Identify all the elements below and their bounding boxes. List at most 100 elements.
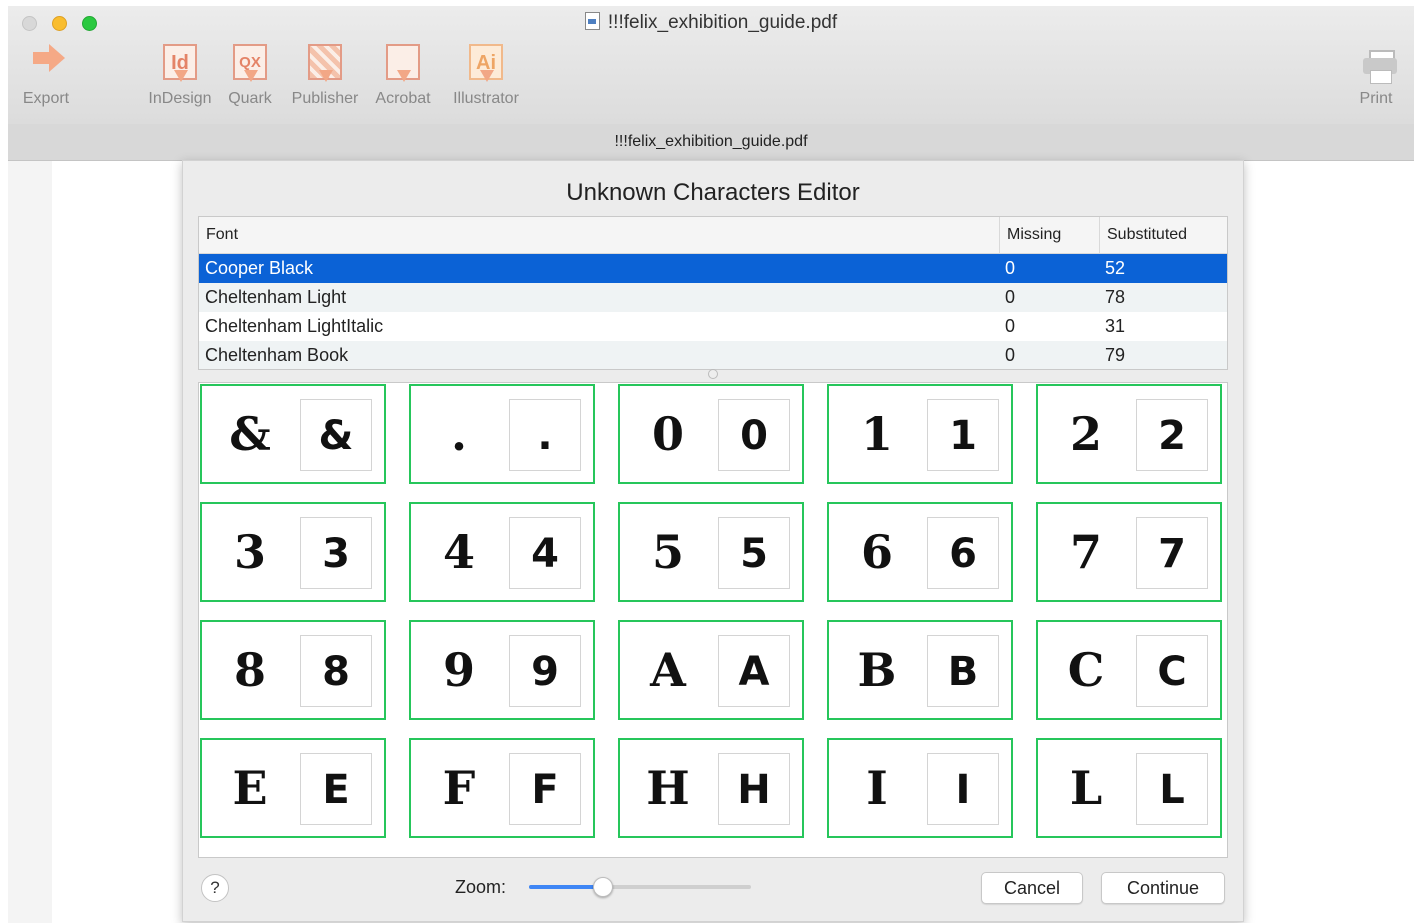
document-tab-bar: !!!felix_exhibition_guide.pdf bbox=[8, 124, 1414, 161]
quark-button[interactable]: QX Quark bbox=[222, 42, 278, 108]
column-header-missing[interactable]: Missing bbox=[999, 217, 1099, 253]
substituted-glyph[interactable]: C bbox=[1136, 635, 1208, 707]
zoom-slider[interactable] bbox=[529, 877, 751, 897]
substituted-count-cell: 31 bbox=[1105, 316, 1126, 336]
original-glyph: 8 bbox=[233, 643, 266, 697]
original-glyph: B bbox=[857, 643, 897, 697]
dialog-title: Unknown Characters Editor bbox=[566, 179, 860, 206]
substituted-glyph[interactable]: 5 bbox=[718, 517, 790, 589]
glyph-cell[interactable]: LL bbox=[1036, 738, 1222, 838]
glyph-cell[interactable]: 33 bbox=[200, 502, 386, 602]
original-glyph: 6 bbox=[860, 525, 893, 579]
glyph-cell[interactable]: 44 bbox=[409, 502, 595, 602]
split-view-divider-handle[interactable] bbox=[708, 369, 718, 379]
original-glyph: I bbox=[866, 761, 888, 815]
substituted-glyph[interactable]: . bbox=[509, 399, 581, 471]
substituted-glyph[interactable]: B bbox=[927, 635, 999, 707]
original-glyph: A bbox=[650, 643, 686, 697]
illustrator-button[interactable]: Ai Illustrator bbox=[446, 42, 526, 108]
table-row[interactable]: Cooper Black 0 52 bbox=[199, 254, 1227, 283]
column-header-font[interactable]: Font bbox=[199, 217, 999, 253]
substituted-glyph[interactable]: 6 bbox=[927, 517, 999, 589]
original-glyph: 0 bbox=[651, 407, 684, 461]
print-button[interactable]: Print bbox=[1354, 42, 1398, 108]
substituted-glyph[interactable]: I bbox=[927, 753, 999, 825]
substituted-glyph[interactable]: H bbox=[718, 753, 790, 825]
indesign-icon: Id bbox=[161, 42, 199, 84]
table-row[interactable]: Cheltenham LightItalic 0 31 bbox=[199, 312, 1227, 341]
glyph-cell[interactable]: 55 bbox=[618, 502, 804, 602]
substituted-glyph[interactable]: 0 bbox=[718, 399, 790, 471]
cancel-button[interactable]: Cancel bbox=[981, 872, 1083, 904]
original-glyph: 7 bbox=[1069, 525, 1102, 579]
substituted-glyph[interactable]: & bbox=[300, 399, 372, 471]
zoom-slider-knob[interactable] bbox=[593, 877, 614, 897]
substituted-glyph[interactable]: 8 bbox=[300, 635, 372, 707]
glyph-cell[interactable]: II bbox=[827, 738, 1013, 838]
glyph-cell[interactable]: 00 bbox=[618, 384, 804, 484]
glyph-cell[interactable]: & & bbox=[200, 384, 386, 484]
substituted-glyph[interactable]: 3 bbox=[300, 517, 372, 589]
acrobat-label: Acrobat bbox=[375, 90, 431, 107]
glyph-cell[interactable]: .. bbox=[409, 384, 595, 484]
missing-count-cell: 0 bbox=[1005, 287, 1016, 307]
substituted-glyph[interactable]: F bbox=[509, 753, 581, 825]
quark-label: Quark bbox=[228, 90, 272, 107]
substituted-glyph[interactable]: L bbox=[1136, 753, 1208, 825]
font-table: Font Missing Substituted Cooper Black 0 … bbox=[198, 216, 1228, 370]
original-glyph: C bbox=[1067, 643, 1105, 697]
substituted-glyph[interactable]: 1 bbox=[927, 399, 999, 471]
export-button[interactable]: Export bbox=[18, 42, 74, 108]
glyph-cell[interactable]: HH bbox=[618, 738, 804, 838]
font-name-cell: Cooper Black bbox=[205, 258, 314, 278]
substituted-glyph[interactable]: 4 bbox=[509, 517, 581, 589]
substituted-glyph[interactable]: 2 bbox=[1136, 399, 1208, 471]
export-arrow-icon bbox=[27, 42, 65, 84]
publisher-label: Publisher bbox=[291, 90, 359, 107]
glyph-cell[interactable]: 88 bbox=[200, 620, 386, 720]
glyph-cell[interactable]: BB bbox=[827, 620, 1013, 720]
original-glyph: L bbox=[1069, 761, 1103, 815]
glyph-cell[interactable]: 77 bbox=[1036, 502, 1222, 602]
glyph-grid: & &.. 0 0 1 1 2 2 3 3 4 4 5 5 6 6 7 7 8 8 9 9 A A B B C C E E F F H H I I L L bbox=[198, 382, 1228, 858]
glyph-cell[interactable]: CC bbox=[1036, 620, 1222, 720]
print-label: Print bbox=[1359, 90, 1393, 107]
illustrator-icon: Ai bbox=[467, 42, 505, 84]
unknown-characters-dialog: Unknown Characters Editor Font Missing S… bbox=[182, 160, 1244, 922]
column-header-substituted[interactable]: Substituted bbox=[1099, 217, 1227, 253]
glyph-cell[interactable]: 99 bbox=[409, 620, 595, 720]
substituted-count-cell: 78 bbox=[1105, 287, 1126, 307]
glyph-cell[interactable]: EE bbox=[200, 738, 386, 838]
font-name-cell: Cheltenham LightItalic bbox=[205, 316, 384, 336]
font-name-cell: Cheltenham Book bbox=[205, 345, 349, 365]
glyph-cell[interactable]: 66 bbox=[827, 502, 1013, 602]
substituted-glyph[interactable]: A bbox=[718, 635, 790, 707]
publisher-button[interactable]: Publisher bbox=[284, 42, 366, 108]
missing-count-cell: 0 bbox=[1005, 345, 1016, 365]
substituted-glyph[interactable]: 9 bbox=[509, 635, 581, 707]
substituted-glyph[interactable]: 7 bbox=[1136, 517, 1208, 589]
substituted-glyph[interactable]: E bbox=[300, 753, 372, 825]
table-row[interactable]: Cheltenham Book 0 79 bbox=[199, 341, 1227, 369]
glyph-cell[interactable]: AA bbox=[618, 620, 804, 720]
printer-icon bbox=[1357, 42, 1397, 84]
indesign-button[interactable]: Id InDesign bbox=[142, 42, 218, 108]
original-glyph: 5 bbox=[651, 525, 684, 579]
glyph-cell[interactable]: FF bbox=[409, 738, 595, 838]
zoom-label: Zoom: bbox=[455, 877, 507, 897]
table-header: Font Missing Substituted bbox=[199, 217, 1227, 254]
glyph-cell[interactable]: 11 bbox=[827, 384, 1013, 484]
missing-count-cell: 0 bbox=[1005, 258, 1016, 278]
export-label: Export bbox=[22, 90, 70, 107]
glyph-cell[interactable]: 22 bbox=[1036, 384, 1222, 484]
original-glyph: E bbox=[232, 761, 268, 815]
original-glyph: F bbox=[442, 761, 476, 815]
indesign-label: InDesign bbox=[148, 90, 212, 107]
publisher-icon bbox=[306, 42, 344, 84]
table-row[interactable]: Cheltenham Light 0 78 bbox=[199, 283, 1227, 312]
acrobat-button[interactable]: Acrobat bbox=[370, 42, 436, 108]
help-button[interactable]: ? bbox=[201, 874, 229, 902]
document-tab-title[interactable]: !!!felix_exhibition_guide.pdf bbox=[614, 133, 807, 150]
continue-button[interactable]: Continue bbox=[1101, 872, 1225, 904]
missing-count-cell: 0 bbox=[1005, 316, 1016, 336]
